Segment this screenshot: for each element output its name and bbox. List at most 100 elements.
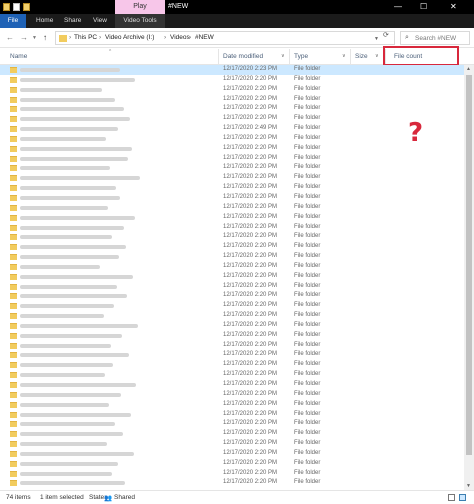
file-row[interactable]: 12/17/2020 2:20 PM File folder <box>0 390 464 400</box>
large-icons-view-icon[interactable] <box>459 494 466 501</box>
details-view-icon[interactable] <box>448 494 455 501</box>
chevron-down-icon[interactable]: ∨ <box>281 53 285 59</box>
recent-chevron-icon[interactable]: ▼ <box>32 35 37 41</box>
tab-view[interactable]: View <box>93 14 107 28</box>
folder-icon[interactable] <box>3 3 10 11</box>
file-row[interactable]: 12/17/2020 2:20 PM File folder <box>0 262 464 272</box>
state-value: Shared <box>114 494 135 501</box>
tab-share[interactable]: Share <box>64 14 81 28</box>
type-cell: File folder <box>294 105 321 112</box>
folder-icon <box>10 145 17 152</box>
forward-arrow-icon[interactable]: → <box>20 33 28 42</box>
column-name[interactable]: Name <box>10 53 27 60</box>
file-row[interactable]: 12/17/2020 2:20 PM File folder <box>0 301 464 311</box>
file-row[interactable]: 12/17/2020 2:23 PM File folder <box>0 65 464 75</box>
search-input[interactable]: ⌕ Search #NEW <box>400 31 470 45</box>
file-row[interactable]: 12/17/2020 2:20 PM File folder <box>0 410 464 420</box>
type-cell: File folder <box>294 479 321 486</box>
file-row[interactable]: 12/17/2020 2:20 PM File folder <box>0 154 464 164</box>
date-modified-cell: 12/17/2020 2:20 PM <box>223 390 278 397</box>
file-row[interactable]: 12/17/2020 2:20 PM File folder <box>0 203 464 213</box>
file-row[interactable]: 12/17/2020 2:20 PM File folder <box>0 95 464 105</box>
properties-icon[interactable] <box>13 3 20 11</box>
chevron-down-icon[interactable]: ∨ <box>375 53 379 59</box>
type-cell: File folder <box>294 410 321 417</box>
file-row[interactable]: 12/17/2020 2:20 PM File folder <box>0 459 464 469</box>
file-row[interactable]: 12/17/2020 2:20 PM File folder <box>0 360 464 370</box>
file-row[interactable]: 12/17/2020 2:20 PM File folder <box>0 400 464 410</box>
file-row[interactable]: 12/17/2020 2:20 PM File folder <box>0 419 464 429</box>
file-row[interactable]: 12/17/2020 2:20 PM File folder <box>0 370 464 380</box>
breadcrumb-video-archive[interactable]: Video Archive (I:) <box>105 34 154 41</box>
up-arrow-icon[interactable]: ↑ <box>43 33 47 42</box>
contextual-tab-play[interactable]: Play <box>115 0 165 14</box>
file-row[interactable]: 12/17/2020 2:20 PM File folder <box>0 114 464 124</box>
blurred-folder-name <box>20 225 124 230</box>
date-modified-cell: 12/17/2020 2:20 PM <box>223 253 278 260</box>
file-row[interactable]: 12/17/2020 2:20 PM File folder <box>0 163 464 173</box>
address-bar[interactable]: › This PC › Video Archive (I:) › Videos … <box>55 31 395 45</box>
maximize-button[interactable]: ☐ <box>420 2 427 11</box>
vertical-scrollbar[interactable]: ▲ ▼ <box>464 65 474 490</box>
file-row[interactable]: 12/17/2020 2:20 PM File folder <box>0 429 464 439</box>
tab-video-tools[interactable]: Video Tools <box>115 14 165 28</box>
file-row[interactable]: 12/17/2020 2:20 PM File folder <box>0 311 464 321</box>
close-button[interactable]: ✕ <box>450 2 457 11</box>
breadcrumb-new[interactable]: #NEW <box>195 34 214 41</box>
blurred-folder-name <box>20 294 127 299</box>
file-row[interactable]: 12/17/2020 2:20 PM File folder <box>0 213 464 223</box>
chevron-right-icon: › <box>189 34 192 41</box>
column-divider[interactable] <box>218 49 219 65</box>
blurred-folder-name <box>20 412 131 417</box>
file-row[interactable]: 12/17/2020 2:20 PM File folder <box>0 85 464 95</box>
date-modified-cell: 12/17/2020 2:20 PM <box>223 479 278 486</box>
file-row[interactable]: 12/17/2020 2:20 PM File folder <box>0 291 464 301</box>
file-row[interactable]: 12/17/2020 2:20 PM File folder <box>0 439 464 449</box>
file-row[interactable]: 12/17/2020 2:20 PM File folder <box>0 469 464 479</box>
chevron-down-icon[interactable]: ∨ <box>342 53 346 59</box>
file-row[interactable]: 12/17/2020 2:20 PM File folder <box>0 272 464 282</box>
file-row[interactable]: 12/17/2020 2:20 PM File folder <box>0 380 464 390</box>
tab-home[interactable]: Home <box>36 14 53 28</box>
breadcrumb-this-pc[interactable]: This PC <box>74 34 97 41</box>
back-arrow-icon[interactable]: ← <box>6 33 14 42</box>
file-row[interactable]: 12/17/2020 2:20 PM File folder <box>0 223 464 233</box>
file-row[interactable]: 12/17/2020 2:20 PM File folder <box>0 449 464 459</box>
new-folder-icon[interactable] <box>23 3 30 11</box>
date-modified-cell: 12/17/2020 2:20 PM <box>223 381 278 387</box>
folder-icon <box>10 234 17 241</box>
scrollbar-thumb[interactable] <box>466 75 472 455</box>
blurred-folder-name <box>20 432 123 437</box>
file-row[interactable]: 12/17/2020 2:20 PM File folder <box>0 331 464 341</box>
column-size[interactable]: Size <box>355 53 368 60</box>
file-row[interactable]: 12/17/2020 2:20 PM File folder <box>0 144 464 154</box>
file-row[interactable]: 12/17/2020 2:20 PM File folder <box>0 282 464 292</box>
scroll-up-icon[interactable]: ▲ <box>466 66 471 72</box>
file-row[interactable]: 12/17/2020 2:49 PM File folder <box>0 124 464 134</box>
file-row[interactable]: 12/17/2020 2:20 PM File folder <box>0 321 464 331</box>
date-modified-cell: 12/17/2020 2:20 PM <box>223 174 278 181</box>
file-row[interactable]: 12/17/2020 2:20 PM File folder <box>0 252 464 262</box>
type-cell: File folder <box>294 253 321 260</box>
file-row[interactable]: 12/17/2020 2:20 PM File folder <box>0 134 464 144</box>
refresh-icon[interactable]: ⟳ <box>383 31 389 39</box>
file-row[interactable]: 12/17/2020 2:20 PM File folder <box>0 183 464 193</box>
file-row[interactable]: 12/17/2020 2:20 PM File folder <box>0 478 464 488</box>
column-divider[interactable] <box>289 49 290 65</box>
column-type[interactable]: Type <box>294 53 308 60</box>
file-row[interactable]: 12/17/2020 2:20 PM File folder <box>0 350 464 360</box>
file-row[interactable]: 12/17/2020 2:20 PM File folder <box>0 173 464 183</box>
scroll-down-icon[interactable]: ▼ <box>466 483 471 489</box>
file-row[interactable]: 12/17/2020 2:20 PM File folder <box>0 193 464 203</box>
file-row[interactable]: 12/17/2020 2:20 PM File folder <box>0 242 464 252</box>
address-dropdown-icon[interactable]: ▼ <box>374 36 379 42</box>
breadcrumb-videos[interactable]: Videos <box>170 34 190 41</box>
tab-file[interactable]: File <box>0 14 26 28</box>
file-row[interactable]: 12/17/2020 2:20 PM File folder <box>0 232 464 242</box>
file-row[interactable]: 12/17/2020 2:20 PM File folder <box>0 104 464 114</box>
file-row[interactable]: 12/17/2020 2:20 PM File folder <box>0 341 464 351</box>
file-row[interactable]: 12/17/2020 2:20 PM File folder <box>0 75 464 85</box>
minimize-button[interactable]: — <box>394 2 402 11</box>
column-divider[interactable] <box>350 49 351 65</box>
column-date-modified[interactable]: Date modified <box>223 53 263 60</box>
